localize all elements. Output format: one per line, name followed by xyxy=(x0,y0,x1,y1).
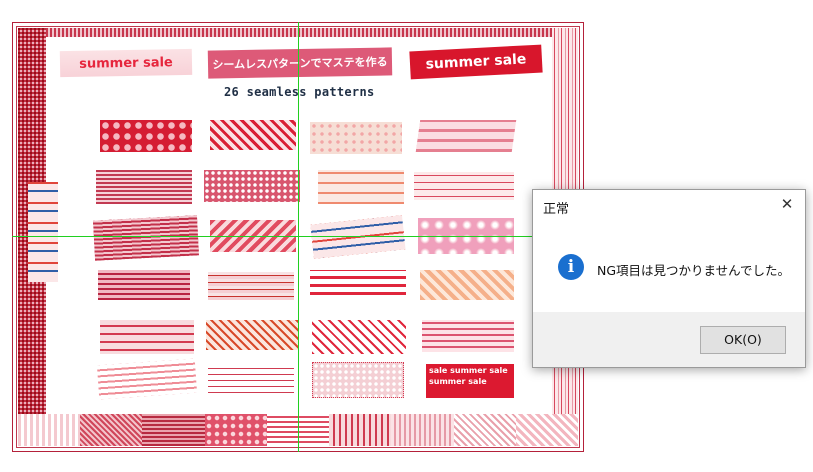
tape-red-small-check xyxy=(93,215,199,261)
tape-pink-diamond-dots xyxy=(204,170,300,202)
dialog-footer: OK(O) xyxy=(533,312,805,367)
crosshair-vertical xyxy=(298,22,299,452)
tape-red-gingham xyxy=(96,170,192,204)
japanese-title-tape: シームレスパターンでマステを作る xyxy=(207,47,393,79)
message-dialog: 正常 ✕ i NG項目は見つかりませんでした。 OK(O) xyxy=(532,189,806,368)
subtitle: 26 seamless patterns xyxy=(224,85,375,99)
dialog-message: NG項目は見つかりませんでした。 xyxy=(597,263,791,278)
tape-red-diamonds xyxy=(210,120,296,150)
tape-pink-stripe xyxy=(96,358,198,400)
tape-pink-plaid xyxy=(415,120,517,152)
tape-check-orange xyxy=(318,170,404,204)
image-canvas: summer sale シームレスパターンでマステを作る summer sale… xyxy=(12,22,584,452)
info-icon: i xyxy=(558,254,584,280)
tape-bold-stripes xyxy=(310,270,406,300)
tape-red-wave xyxy=(100,320,194,354)
tape-pink-chevron xyxy=(422,320,514,352)
tape-side-blue-check xyxy=(28,182,58,282)
crosshair-horizontal xyxy=(12,236,532,237)
close-icon[interactable]: ✕ xyxy=(777,194,797,214)
ok-button[interactable]: OK(O) xyxy=(700,326,786,354)
tape-stripe-lace xyxy=(414,172,514,200)
tape-zigzag-orange xyxy=(206,320,298,350)
tape-summer-sale-text: sale summer sale summer sale xyxy=(426,364,514,398)
dialog-title: 正常 xyxy=(543,202,570,217)
tape-red-lace xyxy=(312,362,404,398)
tape-chevron xyxy=(312,320,406,354)
tape-orange-diagonal xyxy=(420,270,514,300)
tape-horizontal-stripes xyxy=(208,272,294,300)
summer-sale-tape-left: summer sale xyxy=(59,48,193,78)
tape-window-check xyxy=(208,366,294,398)
tape-beige-dots xyxy=(310,122,402,154)
tape-red-dots xyxy=(100,120,192,152)
tape-red-grid xyxy=(98,270,190,300)
